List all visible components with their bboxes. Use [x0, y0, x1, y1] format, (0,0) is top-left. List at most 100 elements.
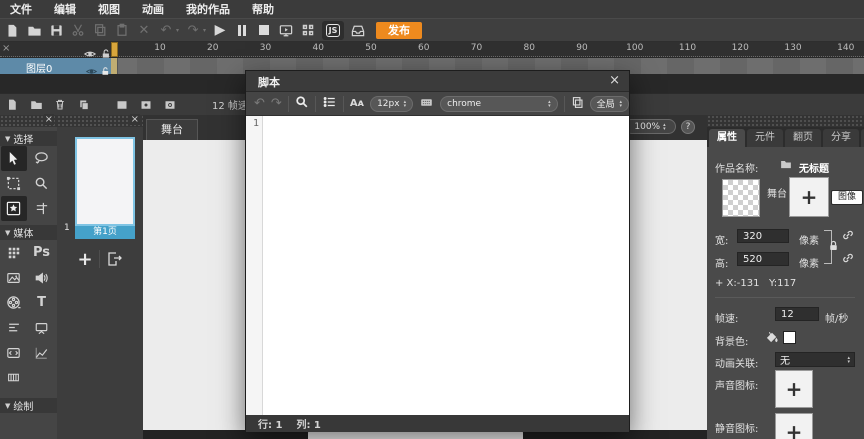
insert-keyframe-icon[interactable] — [138, 96, 154, 113]
script-search-icon[interactable] — [295, 94, 309, 113]
presentation-tool[interactable] — [29, 315, 55, 340]
open-file-icon[interactable] — [26, 22, 42, 39]
publish-button[interactable]: 发布 — [376, 22, 422, 39]
paste-icon[interactable] — [114, 22, 130, 39]
browser-select[interactable]: chrome ▴▾ — [440, 96, 557, 112]
new-layer-icon[interactable] — [4, 96, 20, 113]
font-size-select[interactable]: 12px ▴▾ — [370, 96, 413, 112]
add-stage-image-button[interactable]: + — [789, 177, 829, 217]
width-link-icon[interactable] — [841, 228, 855, 245]
delete-icon[interactable]: ✕ — [136, 22, 152, 39]
tab-属性[interactable]: 属性 — [709, 129, 745, 147]
pause-icon[interactable] — [234, 22, 250, 39]
insert-frame-icon[interactable] — [114, 96, 130, 113]
redo-icon[interactable]: ↷ — [185, 22, 201, 39]
save-icon[interactable] — [48, 22, 64, 39]
section-draw[interactable]: ▼ 绘制 — [0, 398, 57, 413]
transform-tool[interactable] — [1, 171, 27, 196]
fps-input[interactable]: 12 — [775, 307, 819, 321]
photoshop-import-tool[interactable]: Ps — [29, 240, 55, 265]
work-name-value[interactable]: 无标题 — [799, 160, 829, 175]
menu-item[interactable]: 编辑 — [54, 1, 76, 17]
script-editor[interactable]: 1 — [246, 116, 629, 415]
play-icon[interactable]: ▶ — [212, 22, 228, 39]
stage-tab[interactable]: 舞台 — [146, 119, 198, 140]
menu-item[interactable]: 视图 — [98, 1, 120, 17]
menu-item[interactable]: 文件 — [10, 1, 32, 17]
new-file-icon[interactable] — [4, 22, 20, 39]
tools-panel-handle[interactable]: × — [0, 115, 57, 127]
undo-icon[interactable]: ↶ — [158, 22, 174, 39]
add-page-button[interactable]: + — [71, 249, 99, 270]
redo-caret-icon[interactable]: ▾ — [203, 27, 206, 34]
js-script-button[interactable]: JS — [322, 21, 344, 40]
script-list-icon[interactable] — [322, 94, 337, 113]
height-link-icon[interactable] — [841, 251, 855, 268]
timeline-ruler[interactable]: × 102030405060708090100110120130140 — [0, 42, 864, 57]
select-tool[interactable] — [1, 146, 27, 171]
image-tool[interactable] — [1, 265, 27, 290]
layer-visibility-icon[interactable] — [86, 61, 97, 80]
measure-tool[interactable] — [29, 196, 55, 221]
height-input[interactable]: 520 — [737, 252, 789, 266]
help-button[interactable]: ? — [681, 120, 695, 134]
lasso-tool[interactable] — [29, 146, 55, 171]
tools-panel-close-icon[interactable]: × — [44, 114, 54, 125]
tab-分享[interactable]: 分享 — [823, 129, 859, 147]
cut-icon[interactable] — [70, 22, 86, 39]
paint-bucket-icon[interactable] — [765, 330, 779, 347]
preview-monitor-icon[interactable] — [278, 22, 294, 39]
filmstrip-tool[interactable] — [1, 365, 27, 390]
section-media[interactable]: ▼ 媒体 — [0, 225, 57, 240]
playhead[interactable] — [111, 42, 118, 57]
pages-panel-handle[interactable]: × — [57, 115, 143, 127]
insert-blank-keyframe-icon[interactable] — [162, 96, 178, 113]
zoom-tool[interactable] — [29, 171, 55, 196]
qr-preview-icon[interactable] — [300, 22, 316, 39]
section-select[interactable]: ▼ 选择 — [0, 131, 57, 146]
add-sound-icon-button[interactable]: + — [775, 370, 813, 408]
stage-color-swatch[interactable] — [722, 179, 760, 217]
keyframe-cell[interactable] — [111, 58, 118, 74]
width-input[interactable]: 320 — [737, 229, 789, 243]
new-folder-icon[interactable] — [28, 96, 44, 113]
symbol-tool[interactable] — [1, 196, 27, 221]
audio-tool[interactable] — [29, 265, 55, 290]
page-thumbnail[interactable] — [75, 137, 135, 226]
stop-icon[interactable] — [256, 22, 272, 39]
menu-item[interactable]: 动画 — [142, 1, 164, 17]
timeline-close-icon[interactable]: × — [2, 43, 10, 54]
environment-icon[interactable] — [419, 94, 434, 113]
duplicate-page-button[interactable] — [100, 251, 128, 267]
assets-grid-tool[interactable] — [1, 240, 27, 265]
pages-panel-close-icon[interactable]: × — [130, 114, 140, 125]
code-widget-tool[interactable] — [1, 340, 27, 365]
add-mute-icon-button[interactable]: + — [775, 413, 813, 439]
script-dialog-close-icon[interactable]: × — [609, 73, 620, 88]
script-copy-icon[interactable] — [571, 94, 584, 113]
video-tool[interactable] — [1, 290, 27, 315]
layer-lock-icon[interactable] — [100, 61, 110, 80]
menu-item[interactable]: 帮助 — [252, 1, 274, 17]
canvas[interactable] — [308, 431, 523, 439]
chart-tool[interactable] — [29, 340, 55, 365]
page-caption[interactable]: 第1页 — [75, 226, 135, 239]
layer-row[interactable]: 图层0 — [0, 58, 111, 74]
scope-select[interactable]: 全局 ▴▾ — [590, 96, 629, 112]
anim-link-select[interactable]: 无 ▴▾ — [775, 352, 855, 367]
script-dialog-titlebar[interactable]: 脚本 × — [246, 71, 629, 92]
copy-icon[interactable] — [92, 22, 108, 39]
paragraph-tool[interactable] — [1, 315, 27, 340]
script-redo-icon[interactable]: ↷ — [271, 96, 282, 111]
export-tray-icon[interactable] — [350, 22, 366, 39]
bg-color-swatch[interactable] — [783, 331, 796, 344]
undo-caret-icon[interactable]: ▾ — [176, 27, 179, 34]
image-type-button[interactable]: 图像 — [831, 190, 863, 205]
tab-元件[interactable]: 元件 — [747, 129, 783, 147]
script-undo-icon[interactable]: ↶ — [254, 96, 265, 111]
properties-panel-handle[interactable] — [707, 115, 864, 127]
menu-item[interactable]: 我的作品 — [186, 1, 230, 17]
aspect-lock-icon[interactable] — [827, 239, 840, 255]
text-tool[interactable]: T — [29, 290, 55, 315]
tab-翻页[interactable]: 翻页 — [785, 129, 821, 147]
